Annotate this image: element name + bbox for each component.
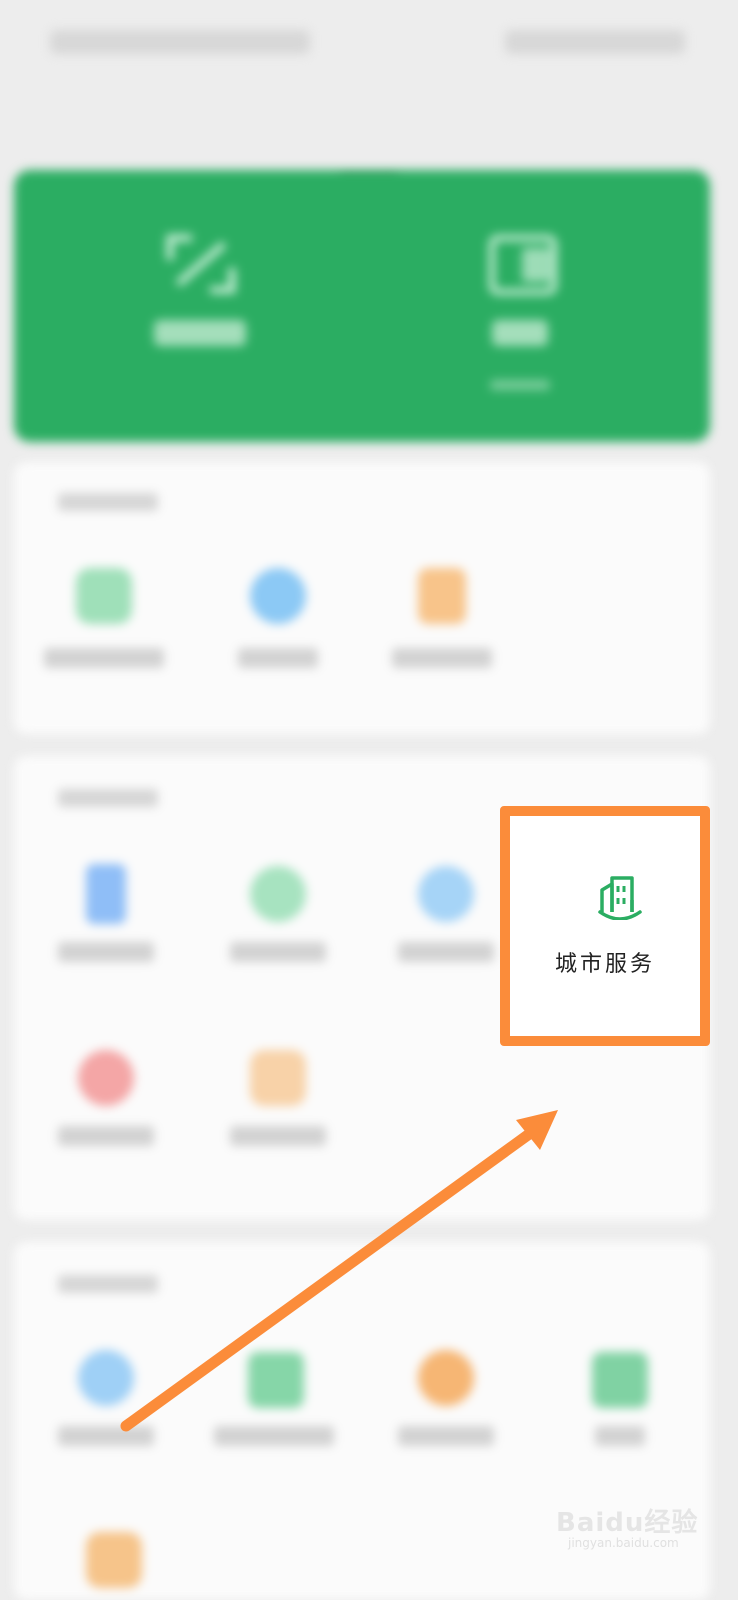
baidu-watermark: Baidu经验 (556, 1508, 699, 1538)
watermark-url: jingyan.baidu.com (568, 1536, 679, 1550)
annotation-arrow (120, 1110, 558, 1432)
